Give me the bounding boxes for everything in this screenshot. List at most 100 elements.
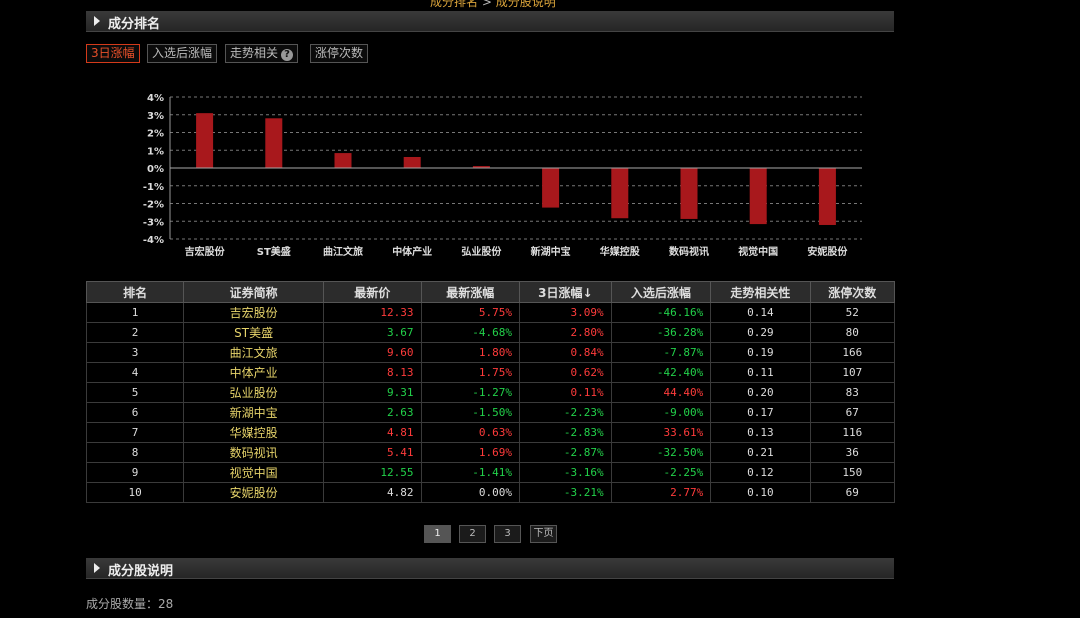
cell-price: 12.55 [323,462,422,483]
cell-stock-name[interactable]: 中体产业 [183,362,325,383]
y-tick-label: -3% [143,217,164,228]
cell-since-selected: 2.77% [610,482,712,503]
y-tick-label: 2% [147,129,164,140]
cell-since-selected: -42.40% [610,362,712,383]
cell-stock-name[interactable]: 吉宏股份 [183,302,325,323]
cell-limit-up-count: 69 [809,482,896,503]
y-tick-label: -1% [143,182,164,193]
x-tick-label: 新湖中宝 [531,245,571,258]
cell-price: 2.63 [323,402,422,423]
cell-limit-up-count: 150 [809,462,896,483]
cell-3day-change: -3.21% [519,482,612,503]
cell-limit-up-count: 52 [809,302,896,323]
cell-correlation: 0.20 [710,382,811,403]
cell-stock-name[interactable]: 华媒控股 [183,422,325,443]
table-row[interactable]: 1 吉宏股份 12.33 5.75% 3.09% -46.16% 0.14 52 [85,302,896,323]
col-header-name: 证券简称 [183,281,325,303]
bar [196,113,214,168]
cell-price: 12.33 [323,302,422,323]
next-page-button[interactable]: 下页 [530,525,557,543]
col-header-since-selected[interactable]: 入选后涨幅 [610,281,712,303]
tab-trend-correlation[interactable]: 走势相关? [225,44,299,63]
y-tick-label: 4% [147,93,164,104]
cell-price: 4.81 [323,422,422,443]
x-tick-label: 安妮股份 [807,245,848,258]
y-tick-label: 3% [147,111,164,122]
page-button-2[interactable]: 2 [459,525,486,543]
tab-limit-up-count[interactable]: 涨停次数 [310,44,369,63]
cell-price: 8.13 [323,362,422,383]
cell-stock-name[interactable]: ST美盛 [183,322,325,343]
table-header-row: 排名 证券简称 最新价 最新涨幅 3日涨幅↓ 入选后涨幅 走势相关性 涨停次数 [85,281,896,303]
cell-since-selected: -36.28% [610,322,712,343]
col-header-limit-up[interactable]: 涨停次数 [809,281,896,303]
cell-limit-up-count: 166 [809,342,896,363]
cell-rank: 6 [85,402,185,423]
ranking-bar-chart: 4% 3% 2% 1% 0% -1% -2% -3% -4% 吉宏股份 ST美盛 曲江文旅 中体产业 弘业… [143,93,862,258]
cell-price: 9.31 [323,382,422,403]
table-row[interactable]: 4 中体产业 8.13 1.75% 0.62% -42.40% 0.11 107 [85,362,896,383]
cell-correlation: 0.21 [710,442,811,463]
col-header-price[interactable]: 最新价 [323,281,422,303]
bar [749,168,767,225]
cell-stock-name[interactable]: 视觉中国 [183,462,325,483]
cell-3day-change: 0.84% [519,342,612,363]
stock-count-value: 28 [158,597,174,611]
bar [334,153,352,168]
triangle-right-icon [94,16,100,26]
cell-3day-change: -2.23% [519,402,612,423]
cell-rank: 8 [85,442,185,463]
cell-stock-name[interactable]: 新湖中宝 [183,402,325,423]
cell-since-selected: -2.25% [610,462,712,483]
cell-correlation: 0.29 [710,322,811,343]
cell-since-selected: -32.50% [610,442,712,463]
table-row[interactable]: 7 华媒控股 4.81 0.63% -2.83% 33.61% 0.13 116 [85,422,896,443]
stock-count-label: 成分股数量： [86,597,159,611]
cell-rank: 2 [85,322,185,343]
table-row[interactable]: 3 曲江文旅 9.60 1.80% 0.84% -7.87% 0.19 166 [85,342,896,363]
cell-3day-change: 3.09% [519,302,612,323]
section-header-description[interactable]: 成分股说明 [86,558,894,579]
bar [680,168,698,219]
x-tick-label: 数码视讯 [669,245,709,258]
cell-rank: 1 [85,302,185,323]
col-header-3day-change[interactable]: 3日涨幅↓ [519,281,612,303]
x-tick-label: 中体产业 [392,245,432,258]
cell-stock-name[interactable]: 数码视讯 [183,442,325,463]
page-button-1[interactable]: 1 [424,525,451,543]
cell-limit-up-count: 36 [809,442,896,463]
cell-stock-name[interactable]: 弘业股份 [183,382,325,403]
help-icon[interactable]: ? [281,49,294,61]
col-header-change[interactable]: 最新涨幅 [420,281,521,303]
cell-stock-name[interactable]: 安妮股份 [183,482,325,503]
table-row[interactable]: 10 安妮股份 4.82 0.00% -3.21% 2.77% 0.10 69 [85,482,896,503]
cell-3day-change: -2.83% [519,422,612,443]
cell-change: -1.27% [420,382,521,403]
section-header-ranking[interactable]: 成分排名 [86,11,894,32]
page-button-3[interactable]: 3 [494,525,521,543]
cell-correlation: 0.13 [710,422,811,443]
cell-3day-change: 2.80% [519,322,612,343]
x-tick-label: 视觉中国 [738,245,778,258]
table-row[interactable]: 2 ST美盛 3.67 -4.68% 2.80% -36.28% 0.29 80 [85,322,896,343]
section-title: 成分排名 [108,17,161,32]
cell-limit-up-count: 80 [809,322,896,343]
table-row[interactable]: 8 数码视讯 5.41 1.69% -2.87% -32.50% 0.21 36 [85,442,896,463]
cell-change: 1.69% [420,442,521,463]
cell-change: -1.41% [420,462,521,483]
cell-stock-name[interactable]: 曲江文旅 [183,342,325,363]
col-header-correlation[interactable]: 走势相关性 [710,281,811,303]
tab-since-selected-change[interactable]: 入选后涨幅 [147,44,218,63]
x-tick-label: 弘业股份 [461,245,502,258]
tab-3day-change[interactable]: 3日涨幅 [86,44,140,63]
x-tick-label: 曲江文旅 [323,245,363,258]
cell-3day-change: -2.87% [519,442,612,463]
cell-limit-up-count: 83 [809,382,896,403]
table-row[interactable]: 5 弘业股份 9.31 -1.27% 0.11% 44.40% 0.20 83 [85,382,896,403]
cell-change: -1.50% [420,402,521,423]
cell-rank: 9 [85,462,185,483]
breadcrumb-link[interactable]: 成分排名 [430,0,478,9]
table-row[interactable]: 6 新湖中宝 2.63 -1.50% -2.23% -9.00% 0.17 67 [85,402,896,423]
breadcrumb-current: 成分股说明 [495,0,556,9]
table-row[interactable]: 9 视觉中国 12.55 -1.41% -3.16% -2.25% 0.12 150 [85,462,896,483]
